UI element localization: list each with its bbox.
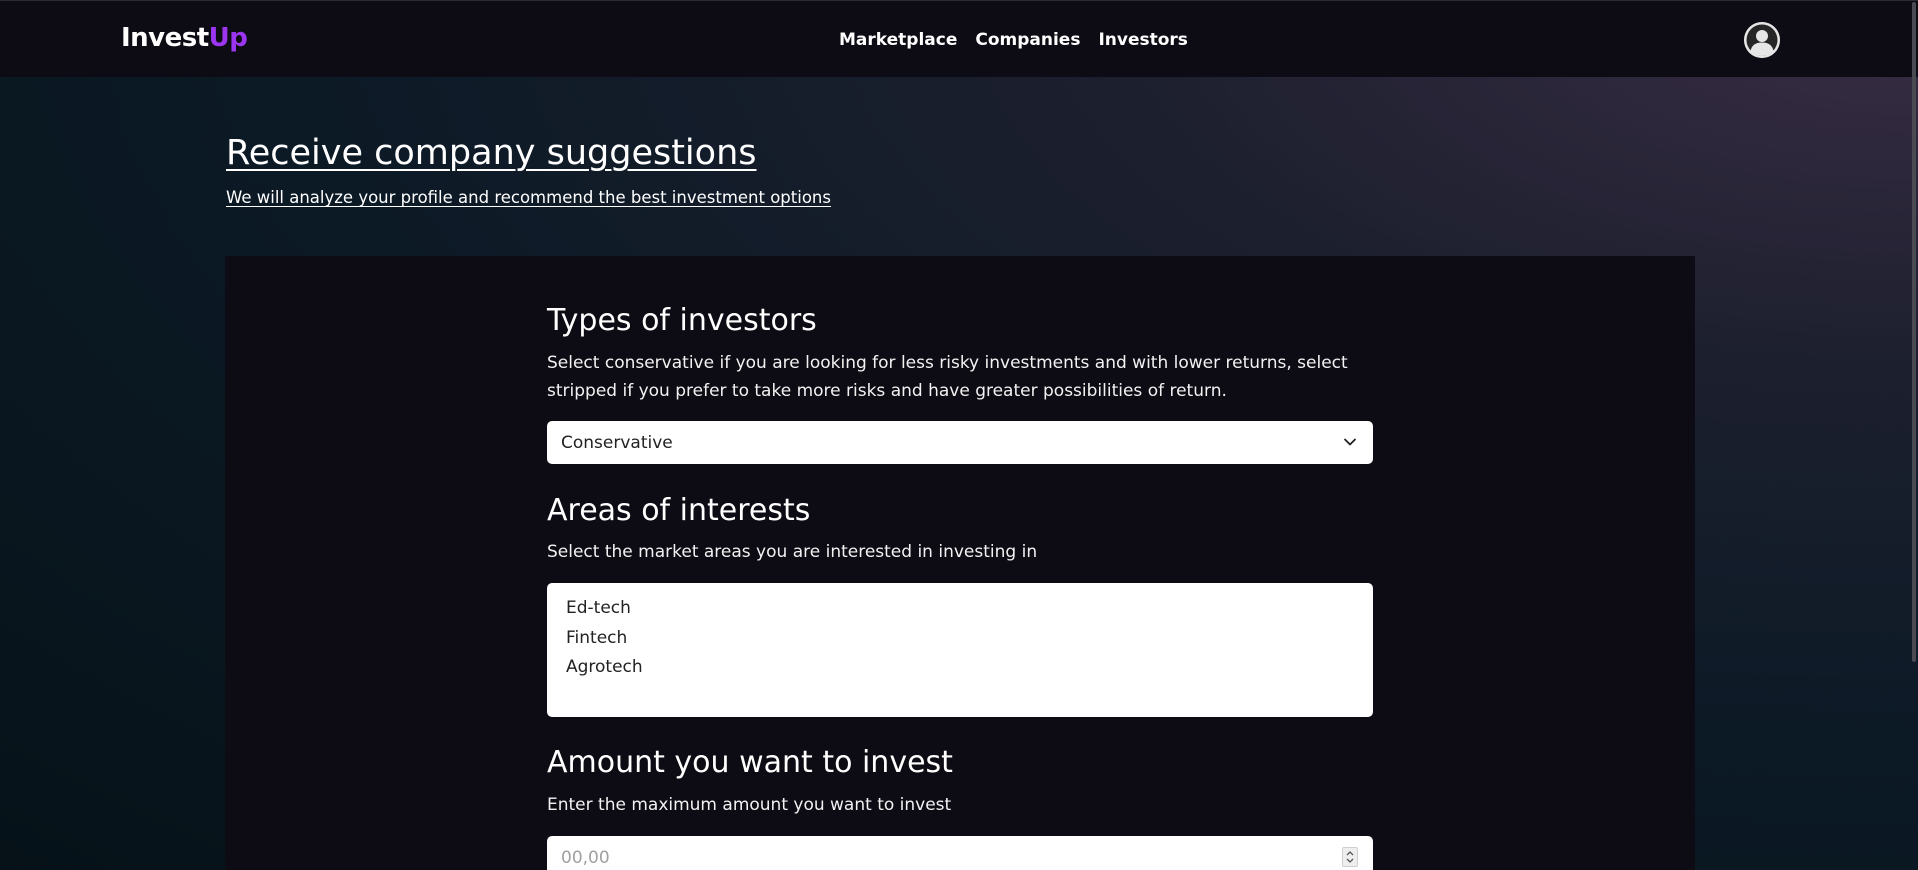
page-subtitle: We will analyze your profile and recomme… bbox=[226, 188, 831, 207]
user-avatar-icon[interactable] bbox=[1744, 22, 1780, 58]
nav-link-investors[interactable]: Investors bbox=[1098, 30, 1187, 50]
investor-type-select[interactable]: Conservative bbox=[547, 421, 1373, 464]
brand-text-up: Up bbox=[208, 23, 248, 53]
amount-stepper[interactable] bbox=[1342, 847, 1358, 867]
brand-logo[interactable]: InvestUp bbox=[121, 23, 248, 53]
area-option-fintech[interactable]: Fintech bbox=[566, 624, 1354, 654]
areas-title: Areas of interests bbox=[547, 493, 811, 528]
investor-type-selected-value: Conservative bbox=[561, 432, 673, 453]
page-title: Receive company suggestions bbox=[226, 133, 757, 173]
user-silhouette-icon bbox=[1744, 22, 1780, 58]
amount-input[interactable]: 00,00 bbox=[547, 836, 1373, 870]
investor-types-description: Select conservative if you are looking f… bbox=[547, 353, 1348, 401]
area-option-agrotech[interactable]: Agrotech bbox=[566, 653, 1354, 683]
areas-multiselect[interactable]: Ed-tech Fintech Agrotech bbox=[547, 583, 1373, 717]
amount-description: Enter the maximum amount you want to inv… bbox=[547, 795, 952, 815]
investor-types-title: Types of investors bbox=[547, 303, 817, 338]
amount-placeholder: 00,00 bbox=[561, 848, 610, 868]
areas-description: Select the market areas you are interest… bbox=[547, 542, 1038, 562]
nav-links: Marketplace Companies Investors bbox=[839, 30, 1188, 50]
brand-text-invest: Invest bbox=[121, 23, 209, 53]
chevron-down-icon bbox=[1344, 438, 1356, 446]
area-option-edtech[interactable]: Ed-tech bbox=[566, 594, 1354, 624]
scrollbar-thumb[interactable] bbox=[1912, 2, 1916, 662]
navbar: InvestUp Marketplace Companies Investors bbox=[0, 0, 1918, 77]
amount-title: Amount you want to invest bbox=[547, 745, 953, 780]
stepper-arrows-icon bbox=[1346, 851, 1354, 863]
nav-link-marketplace[interactable]: Marketplace bbox=[839, 30, 957, 50]
nav-link-companies[interactable]: Companies bbox=[975, 30, 1080, 50]
page-scrollbar[interactable] bbox=[1910, 0, 1918, 870]
